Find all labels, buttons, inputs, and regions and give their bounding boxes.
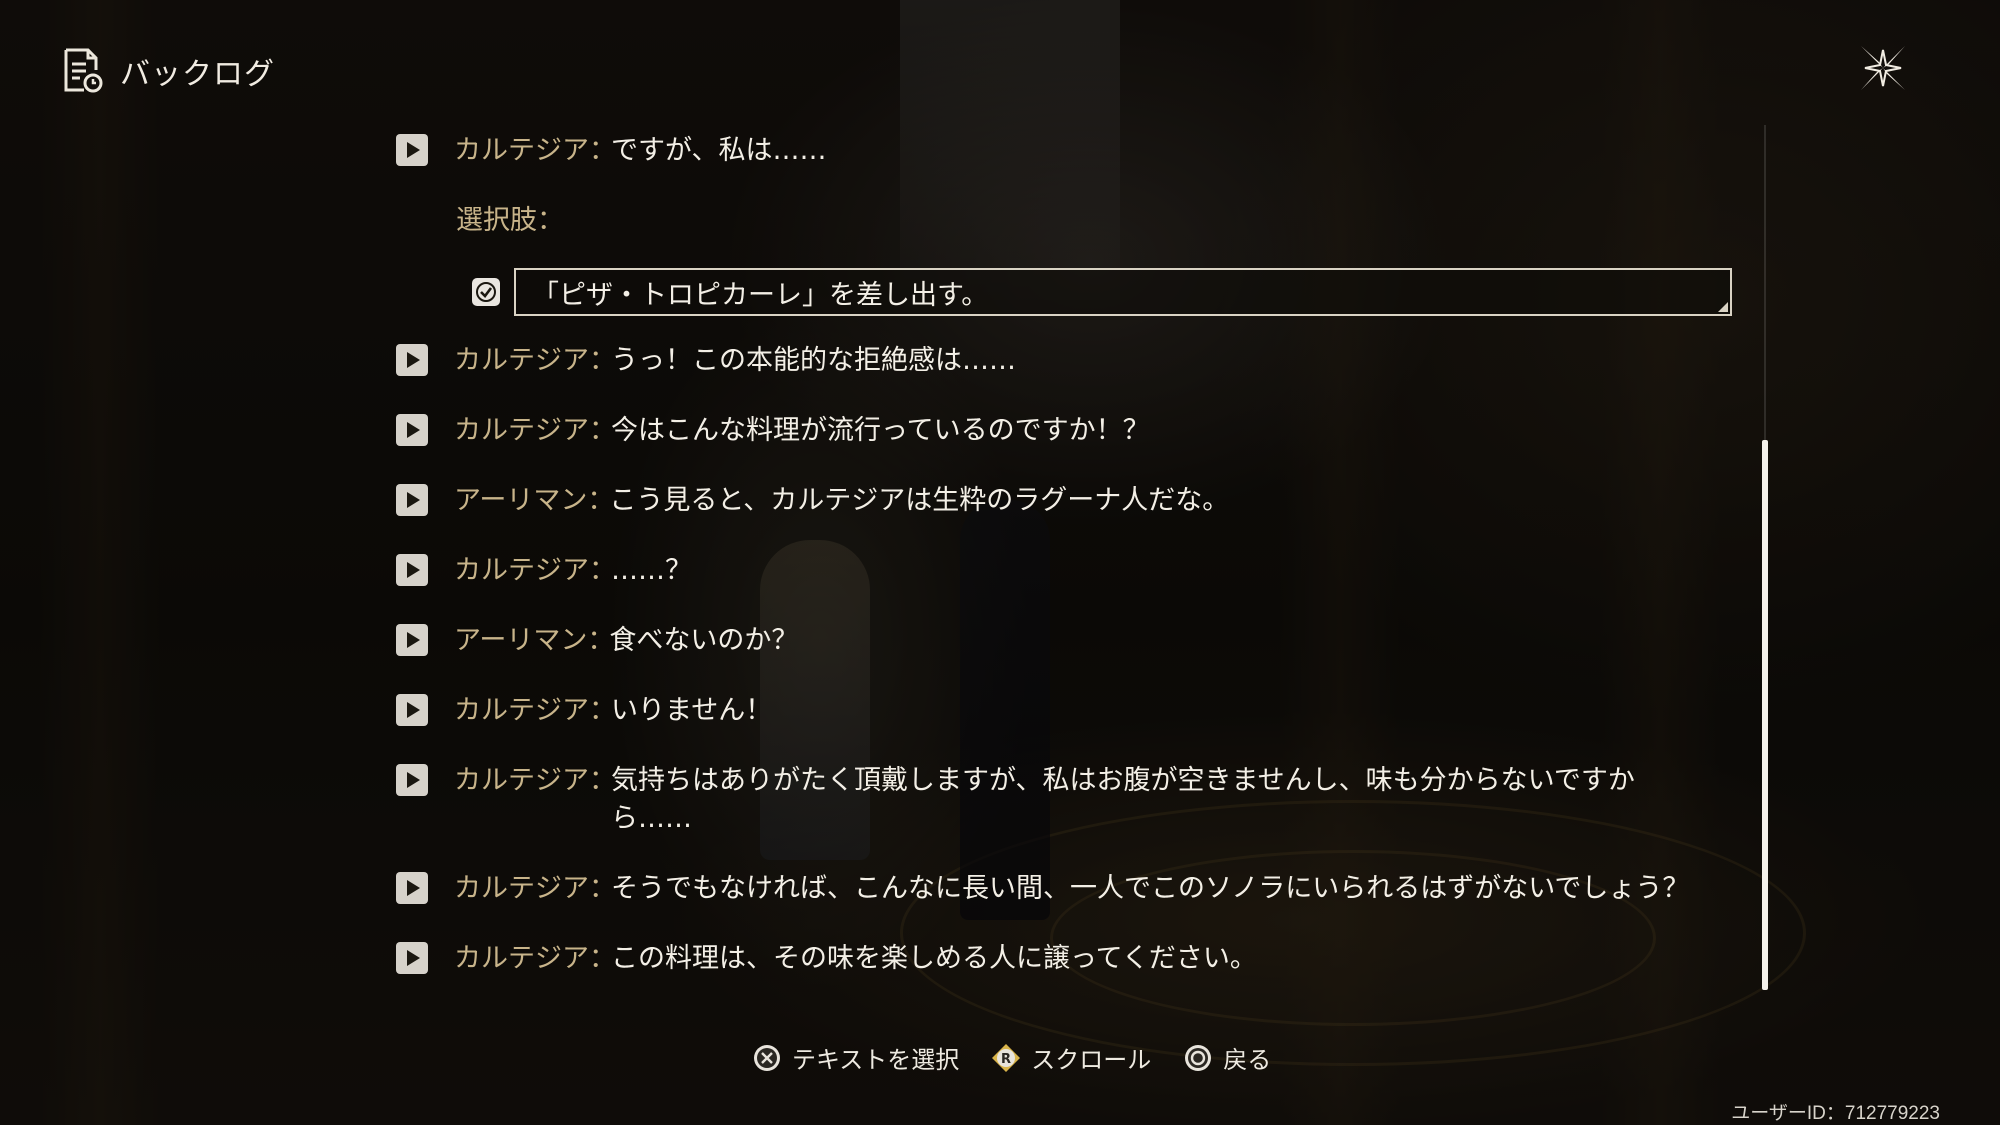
dialogue-text: いりません！ — [611, 695, 773, 726]
speaker-name: カルテジア — [454, 943, 589, 974]
scrollbar-thumb[interactable] — [1762, 440, 1768, 990]
play-icon — [407, 142, 420, 158]
user-id: ユーザーID：712779223 — [1731, 1103, 1940, 1124]
speaker-name: カルテジア — [454, 765, 589, 796]
speaker-name: アーリマン — [454, 485, 588, 516]
dialogue-text: 食べないのか？ — [609, 625, 799, 656]
page-title: バックログ — [120, 57, 275, 92]
play-icon — [407, 632, 420, 648]
dialogue-text: 気持ちはありがたく頂戴しますが、私はお腹が空きませんし、味も分からないですから…… — [611, 765, 1635, 834]
dialogue-text: そうでもなければ、こんなに長い間、一人でこのソノラにいられるはずがないでしょう？ — [611, 873, 1690, 904]
separator: ： — [589, 765, 616, 796]
separator: ： — [587, 625, 615, 656]
dialogue-text: ……？ — [611, 555, 692, 586]
dialogue-text: 今はこんな料理が流行っているのですか！？ — [611, 415, 1150, 446]
hint-scroll: R スクロール — [991, 1040, 1151, 1075]
play-icon — [407, 352, 420, 368]
speaker-name: カルテジア — [454, 135, 589, 166]
replay-voice-button[interactable] — [396, 554, 428, 586]
speaker-name: カルテジア — [454, 415, 589, 446]
dialogue-text: うっ！この本能的な拒絶感は…… — [611, 345, 1016, 376]
dialogue-text: こう見ると、カルテジアは生粋のラグーナ人だな。 — [609, 485, 1230, 516]
replay-voice-button[interactable] — [396, 344, 428, 376]
hint-label: 戻る — [1223, 1046, 1272, 1074]
replay-voice-button[interactable] — [396, 484, 428, 516]
replay-voice-button[interactable] — [396, 764, 428, 796]
play-icon — [407, 880, 420, 896]
separator: ： — [589, 943, 616, 974]
log-entry: カルテジア ： 気持ちはありがたく頂戴しますが、私はお腹が空きませんし、味も分か… — [396, 762, 1711, 838]
separator: ： — [589, 695, 616, 726]
replay-voice-button[interactable] — [396, 872, 428, 904]
speaker-name: カルテジア — [454, 695, 589, 726]
close-button[interactable] — [1855, 40, 1911, 96]
play-icon — [407, 562, 420, 578]
choice-checkbox — [472, 278, 500, 306]
log-entry: カルテジア ： 今はこんな料理が流行っているのですか！？ — [396, 412, 1711, 450]
speaker-name: アーリマン — [454, 625, 588, 656]
replay-voice-button[interactable] — [396, 694, 428, 726]
choice-option[interactable]: 「ピザ・トロピカーレ」を差し出す。 — [472, 268, 1732, 316]
log-entry: カルテジア ： ですが、私は…… — [396, 132, 1711, 170]
choice-text: 「ピザ・トロピカーレ」を差し出す。 — [532, 279, 989, 311]
play-icon — [407, 702, 420, 718]
separator: ： — [589, 873, 616, 904]
checkmark-icon — [476, 282, 496, 302]
log-entry: カルテジア ： そうでもなければ、こんなに長い間、一人でこのソノラにいられるはず… — [396, 870, 1711, 908]
dialogue-text: この料理は、その味を楽しめる人に譲ってください。 — [611, 943, 1257, 974]
log-entry: カルテジア ： うっ！この本能的な拒絶感は…… — [396, 342, 1711, 380]
play-icon — [407, 422, 420, 438]
speaker-name: カルテジア — [454, 873, 589, 904]
control-hints: テキストを選択 R スクロール 戻る — [752, 1040, 1303, 1075]
corner-mark — [1718, 302, 1728, 312]
separator: ： — [589, 555, 616, 586]
replay-voice-button[interactable] — [396, 624, 428, 656]
close-sparkle-icon — [1861, 46, 1905, 90]
separator: ： — [589, 415, 616, 446]
play-icon — [407, 492, 420, 508]
hint-select-text: テキストを選択 — [752, 1040, 959, 1075]
document-history-icon — [64, 48, 103, 93]
speaker-name: カルテジア — [454, 345, 589, 376]
replay-voice-button[interactable] — [396, 942, 428, 974]
choice-box[interactable]: 「ピザ・トロピカーレ」を差し出す。 — [514, 268, 1732, 316]
circle-button-icon — [1185, 1044, 1212, 1071]
log-entry: アーリマン ： こう見ると、カルテジアは生粋のラグーナ人だな。 — [396, 482, 1709, 520]
play-icon — [407, 950, 420, 966]
speaker-name: カルテジア — [454, 555, 589, 586]
hint-back: 戻る — [1183, 1040, 1271, 1075]
log-entry: カルテジア ： ……？ — [396, 552, 1711, 590]
replay-voice-button[interactable] — [396, 134, 428, 166]
replay-voice-button[interactable] — [396, 414, 428, 446]
play-icon — [407, 772, 420, 788]
log-entry: カルテジア ： いりません！ — [396, 692, 1711, 730]
separator: ： — [589, 345, 616, 376]
cross-button-icon — [754, 1044, 780, 1071]
log-entry: カルテジア ： この料理は、その味を楽しめる人に譲ってください。 — [396, 940, 1711, 978]
log-entry: アーリマン ： 食べないのか？ — [396, 622, 1709, 660]
dialogue-text: ですが、私は…… — [611, 135, 827, 166]
backlog-header: バックログ — [62, 48, 275, 94]
r-stick-icon: R — [992, 1043, 1021, 1072]
hint-label: スクロール — [1031, 1046, 1152, 1074]
choice-label: 選択肢： — [456, 205, 564, 236]
separator: ： — [589, 135, 616, 166]
hint-label: テキストを選択 — [792, 1046, 960, 1074]
separator: ： — [587, 485, 615, 516]
svg-text:R: R — [1001, 1052, 1011, 1067]
